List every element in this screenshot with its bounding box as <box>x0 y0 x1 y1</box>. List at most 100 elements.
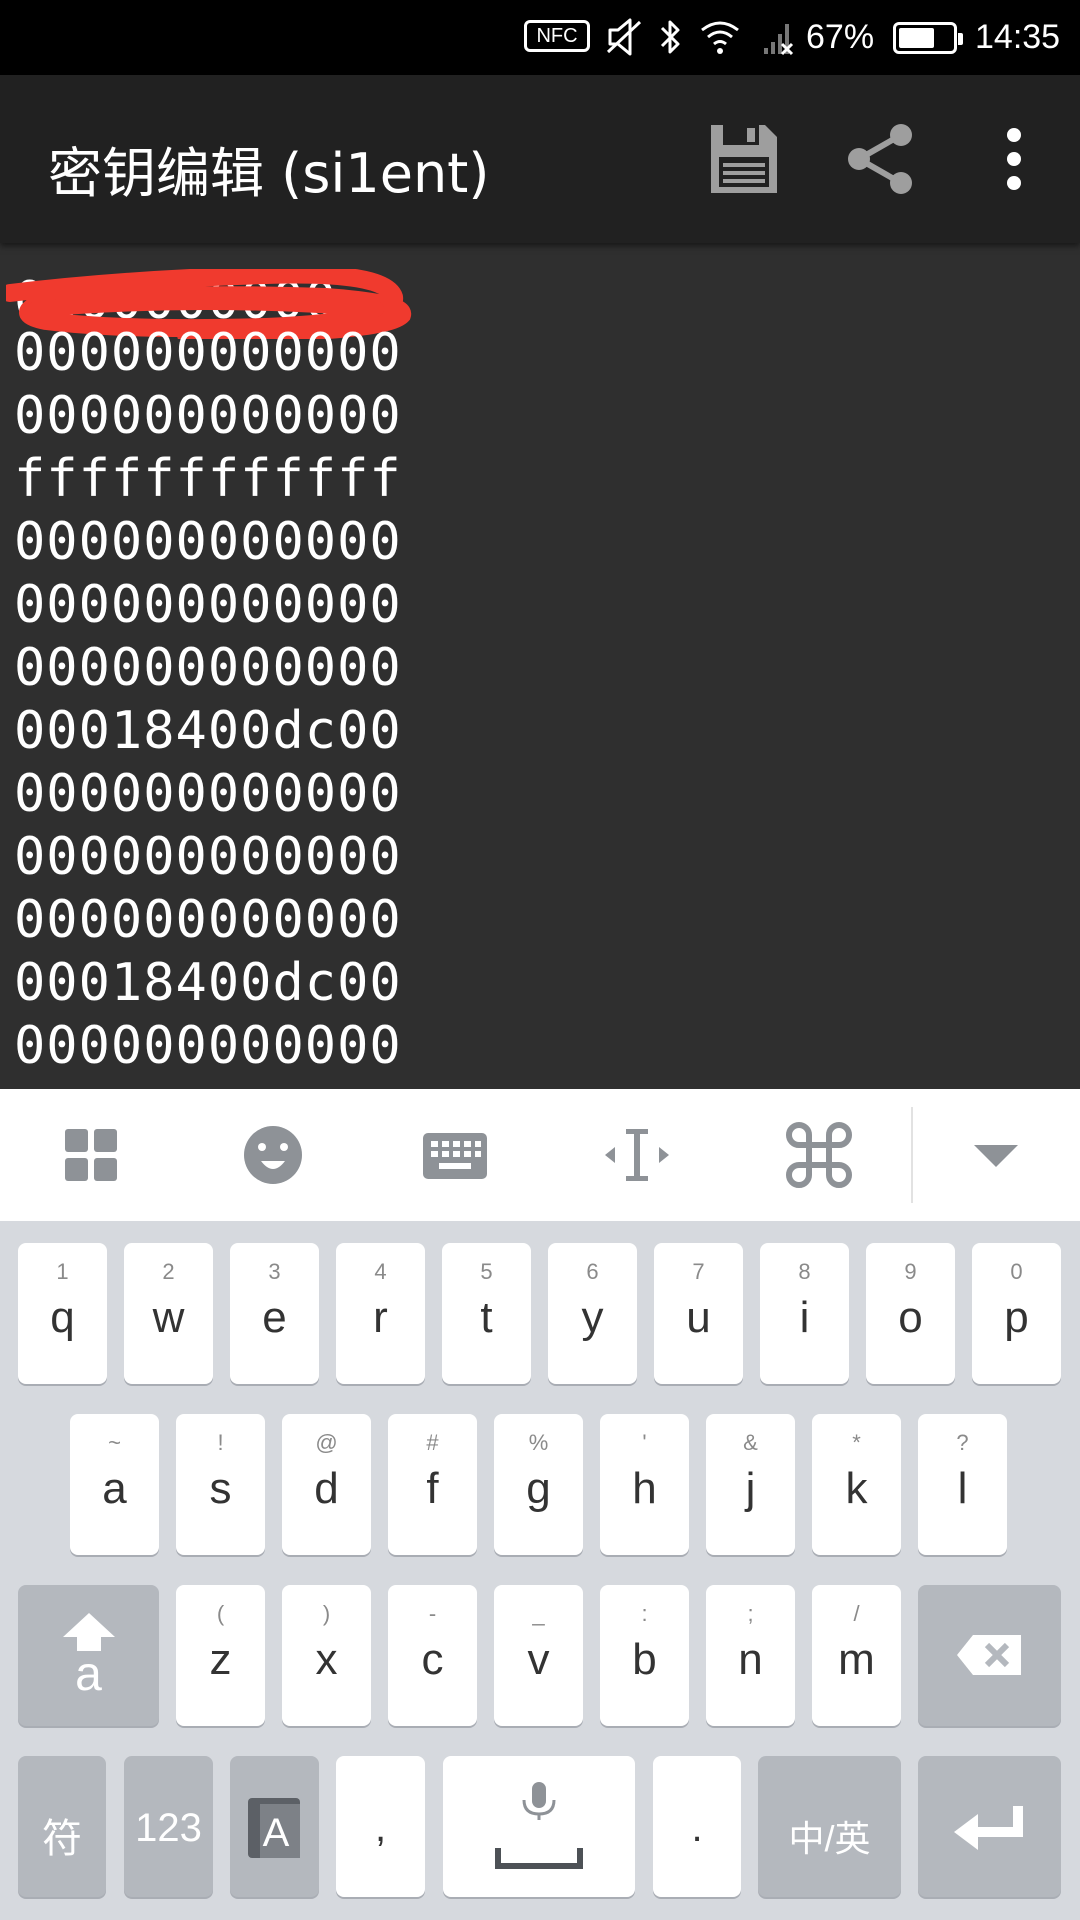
keyboard: a 符 123 A , . 中/英 1 q 2 w 3 e 4 r 5 t 6 … <box>0 1221 1080 1920</box>
symbols-key[interactable]: 符 <box>18 1756 106 1897</box>
key-label: l <box>957 1464 968 1513</box>
emoji-icon[interactable] <box>237 1119 309 1191</box>
key-g[interactable]: % g <box>494 1414 583 1555</box>
key-hint: 0 <box>1010 1259 1023 1284</box>
collapse-icon[interactable] <box>960 1119 1032 1191</box>
key-hint: 3 <box>268 1259 281 1284</box>
period-key[interactable]: . <box>653 1756 741 1897</box>
key-z[interactable]: (z <box>176 1585 265 1726</box>
key-w[interactable]: 2w <box>124 1243 213 1384</box>
key-label: i <box>799 1293 810 1342</box>
key-c[interactable]: -c <box>388 1585 477 1726</box>
editor-line[interactable]: 000000000000 <box>14 386 402 446</box>
grid-icon[interactable] <box>55 1119 127 1191</box>
key-d[interactable]: @ d <box>282 1414 371 1555</box>
period-key-label: . <box>691 1806 703 1850</box>
key-i[interactable]: 8i <box>760 1243 849 1384</box>
key-hint: * <box>852 1430 861 1455</box>
key-j[interactable]: & j <box>706 1414 795 1555</box>
editor-line[interactable]: 000000000000 <box>14 323 402 383</box>
key-y[interactable]: 6y <box>548 1243 637 1384</box>
key-label: m <box>838 1635 875 1684</box>
numbers-key-label: 123 <box>135 1806 202 1850</box>
language-switch-key[interactable]: 中/英 <box>758 1756 901 1897</box>
key-label: y <box>581 1293 604 1342</box>
key-label: z <box>209 1635 232 1684</box>
command-icon[interactable] <box>783 1119 855 1191</box>
key-p[interactable]: 0p <box>972 1243 1061 1384</box>
app-bar: 密钥编辑 (si1ent) <box>0 75 1080 243</box>
key-o[interactable]: 9o <box>866 1243 955 1384</box>
symbols-key-label: 符 <box>42 1817 82 1861</box>
key-hint: ( <box>216 1601 225 1626</box>
language-key-label: 中/英 <box>788 1818 871 1859</box>
key-label: v <box>527 1635 550 1684</box>
editor-line[interactable]: ffffffffffff <box>14 449 402 509</box>
key-x[interactable]: ) x <box>282 1585 371 1726</box>
key-label: r <box>373 1293 388 1342</box>
key-label: t <box>480 1293 493 1342</box>
editor-line[interactable]: 000000000000 <box>14 575 402 635</box>
key-hint: 5 <box>480 1259 493 1284</box>
key-r[interactable]: 4r <box>336 1243 425 1384</box>
key-e[interactable]: 3e <box>230 1243 319 1384</box>
space-key[interactable] <box>443 1756 635 1897</box>
editor-line[interactable]: 000000000000 <box>14 764 402 824</box>
editor-line[interactable]: 000000000000 <box>14 827 402 887</box>
key-hint: 2 <box>162 1259 175 1284</box>
text-tool-key[interactable]: A <box>230 1756 319 1897</box>
key-k[interactable]: * k <box>812 1414 901 1555</box>
cursor-move-icon[interactable] <box>601 1119 673 1191</box>
key-b[interactable]: :b <box>600 1585 689 1726</box>
key-n[interactable]: ; n <box>706 1585 795 1726</box>
key-hint: 9 <box>904 1259 917 1284</box>
key-hint: # <box>426 1430 439 1455</box>
backspace-key[interactable] <box>918 1585 1061 1726</box>
editor-line[interactable]: 00018400dc00 <box>14 701 402 761</box>
key-h[interactable]: ' h <box>600 1414 689 1555</box>
mute-icon <box>606 18 642 56</box>
key-hint: 7 <box>692 1259 705 1284</box>
comma-key-label: , <box>374 1806 387 1850</box>
key-editor[interactable]: 0d00000000 000000000000 000000000000 fffff… <box>0 243 1080 1089</box>
key-a[interactable]: ~ a <box>70 1414 159 1555</box>
key-hint: ; <box>747 1601 754 1626</box>
nfc-icon: NFC <box>524 20 590 52</box>
key-s[interactable]: ! s <box>176 1414 265 1555</box>
more-vert-icon[interactable] <box>974 119 1054 199</box>
editor-line[interactable]: 000000000000 <box>14 1016 402 1076</box>
key-hint: ) <box>322 1601 331 1626</box>
editor-line[interactable]: 000000000000 <box>14 890 402 950</box>
key-q[interactable]: 1q <box>18 1243 107 1384</box>
key-hint: 8 <box>798 1259 811 1284</box>
key-f[interactable]: # f <box>388 1414 477 1555</box>
clock: 14:35 <box>975 18 1061 56</box>
wifi-icon <box>701 21 739 54</box>
key-label: k <box>845 1464 868 1513</box>
key-v[interactable]: _ v <box>494 1585 583 1726</box>
toolbar-divider <box>911 1107 913 1203</box>
key-label: p <box>1004 1293 1029 1342</box>
key-hint: ? <box>956 1430 969 1455</box>
key-hint: 4 <box>374 1259 387 1284</box>
enter-key[interactable] <box>918 1756 1061 1897</box>
key-label: h <box>632 1464 657 1513</box>
key-u[interactable]: 7u <box>654 1243 743 1384</box>
comma-key[interactable]: , <box>336 1756 425 1897</box>
editor-line[interactable]: 000000000000 <box>14 512 402 572</box>
key-hint: 6 <box>586 1259 599 1284</box>
key-t[interactable]: 5t <box>442 1243 531 1384</box>
microphone-icon <box>522 1782 556 1820</box>
backspace-icon <box>957 1635 1021 1675</box>
key-m[interactable]: / m <box>812 1585 901 1726</box>
space-bar-icon <box>495 1848 583 1869</box>
editor-line[interactable]: 000000000000 <box>14 638 402 698</box>
save-icon[interactable] <box>703 119 783 199</box>
shift-key[interactable]: a <box>18 1585 159 1726</box>
numbers-key[interactable]: 123 <box>124 1756 213 1897</box>
editor-line[interactable]: 00018400dc00 <box>14 953 402 1013</box>
keyboard-icon[interactable] <box>419 1119 491 1191</box>
share-icon[interactable] <box>843 119 923 199</box>
shift-key-label: a <box>75 1648 102 1701</box>
key-l[interactable]: ? l <box>918 1414 1007 1555</box>
